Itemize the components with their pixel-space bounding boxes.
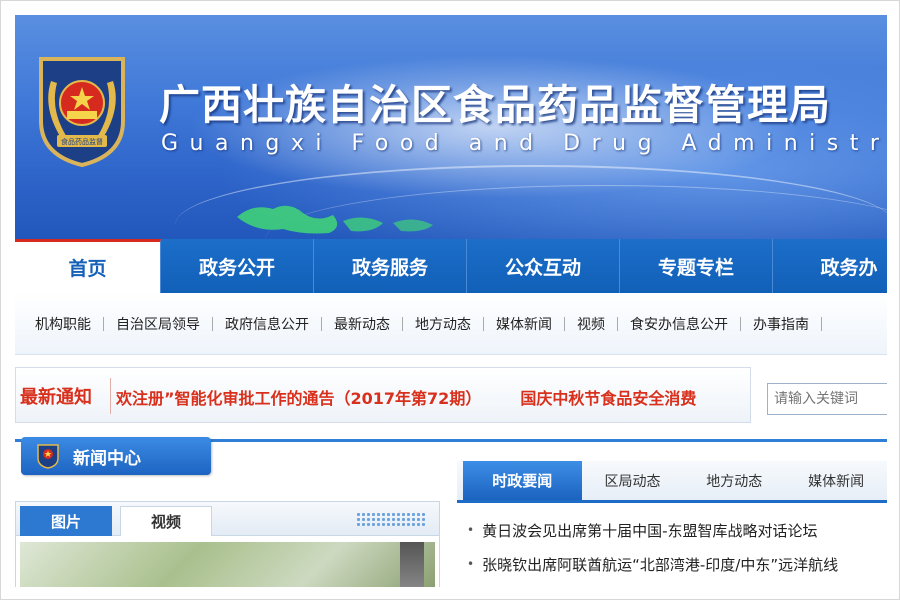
subnav-item[interactable]: 最新动态: [322, 314, 402, 334]
notice-label: 最新通知: [20, 387, 92, 408]
list-item[interactable]: • 黄日波会见出席第十届中国-东盟智库战略对话论坛: [467, 513, 887, 547]
notice-marquee: 欢注册”智能化审批工作的通告（2017年第72期） 国庆中秋节食品安全消费: [116, 385, 750, 409]
notice-link[interactable]: 国庆中秋节食品安全消费: [520, 389, 696, 408]
emblem-text: 食品药品监督: [61, 137, 103, 146]
subnav-item[interactable]: 食安办信息公开: [618, 314, 740, 334]
page-frame: 食品药品监督 广西壮族自治区食品药品监督管理局 Guangxi Food and…: [0, 0, 900, 600]
notice-divider: [110, 378, 111, 414]
page-content: 食品药品监督 广西壮族自治区食品药品监督管理局 Guangxi Food and…: [15, 15, 887, 587]
bullet-icon: •: [467, 523, 475, 537]
subnav-divider: [821, 316, 822, 331]
sub-nav: 机构职能 自治区局领导 政府信息公开 最新动态 地方动态 媒体新闻 视频 食安办…: [15, 293, 887, 355]
tab-media-news[interactable]: 媒体新闻: [785, 461, 887, 500]
media-thumbnail[interactable]: [20, 542, 435, 587]
tab-bureau-news[interactable]: 区局动态: [582, 461, 684, 500]
subnav-item[interactable]: 地方动态: [403, 314, 483, 334]
bullet-icon: •: [467, 557, 475, 571]
tab-photos[interactable]: 图片: [20, 506, 112, 536]
subnav-item[interactable]: 视频: [565, 314, 617, 334]
emblem-icon: 食品药品监督: [39, 57, 125, 168]
news-title[interactable]: 黄日波会见出席第十届中国-东盟智库战略对话论坛: [482, 520, 886, 541]
nav-item-office[interactable]: 政务办: [773, 239, 887, 293]
news-tabs: 时政要闻 区局动态 地方动态 媒体新闻: [457, 461, 887, 503]
nav-item-government-affairs[interactable]: 政务公开: [161, 239, 314, 293]
nav-item-government-services[interactable]: 政务服务: [314, 239, 467, 293]
site-subtitle: Guangxi Food and Drug Administration: [161, 131, 887, 156]
tab-political-news[interactable]: 时政要闻: [463, 461, 582, 500]
news-title[interactable]: 张晓钦出席阿联酋航运“北部湾港-印度/中东”远洋航线: [482, 554, 886, 575]
subnav-item[interactable]: 政府信息公开: [213, 314, 321, 334]
tab-local-news[interactable]: 地方动态: [683, 461, 785, 500]
news-list: • 黄日波会见出席第十届中国-东盟智库战略对话论坛 • 张晓钦出席阿联酋航运“北…: [467, 513, 887, 581]
subnav-item[interactable]: 自治区局领导: [104, 314, 212, 334]
emblem-icon: [37, 444, 59, 469]
nav-item-special-topics[interactable]: 专题专栏: [620, 239, 773, 293]
notice-bar: 最新通知 欢注册”智能化审批工作的通告（2017年第72期） 国庆中秋节食品安全…: [15, 367, 751, 423]
subnav-item[interactable]: 办事指南: [741, 314, 821, 334]
subnav-item[interactable]: 媒体新闻: [484, 314, 564, 334]
site-title: 广西壮族自治区食品药品监督管理局: [159, 81, 831, 129]
subnav-item[interactable]: 机构职能: [23, 314, 103, 334]
main-nav: 首页 政务公开 政务服务 公众互动 专题专栏 政务办: [15, 239, 887, 293]
site-banner: 食品药品监督 广西壮族自治区食品药品监督管理局 Guangxi Food and…: [15, 15, 887, 239]
nav-item-public-interaction[interactable]: 公众互动: [467, 239, 620, 293]
dot-pattern: [356, 512, 426, 526]
tab-videos[interactable]: 视频: [120, 506, 212, 536]
image-detail: [400, 542, 424, 587]
media-panel: 图片 视频: [15, 501, 440, 587]
media-tabs: 图片 视频: [16, 502, 439, 536]
news-center-heading: 新闻中心: [21, 437, 211, 475]
search-input[interactable]: [767, 383, 887, 415]
list-item[interactable]: • 张晓钦出席阿联酋航运“北部湾港-印度/中东”远洋航线: [467, 547, 887, 581]
notice-link[interactable]: 欢注册”智能化审批工作的通告（2017年第72期）: [116, 389, 481, 408]
map-icon: [237, 205, 433, 234]
news-center-label: 新闻中心: [73, 448, 141, 469]
nav-item-home[interactable]: 首页: [15, 239, 161, 293]
